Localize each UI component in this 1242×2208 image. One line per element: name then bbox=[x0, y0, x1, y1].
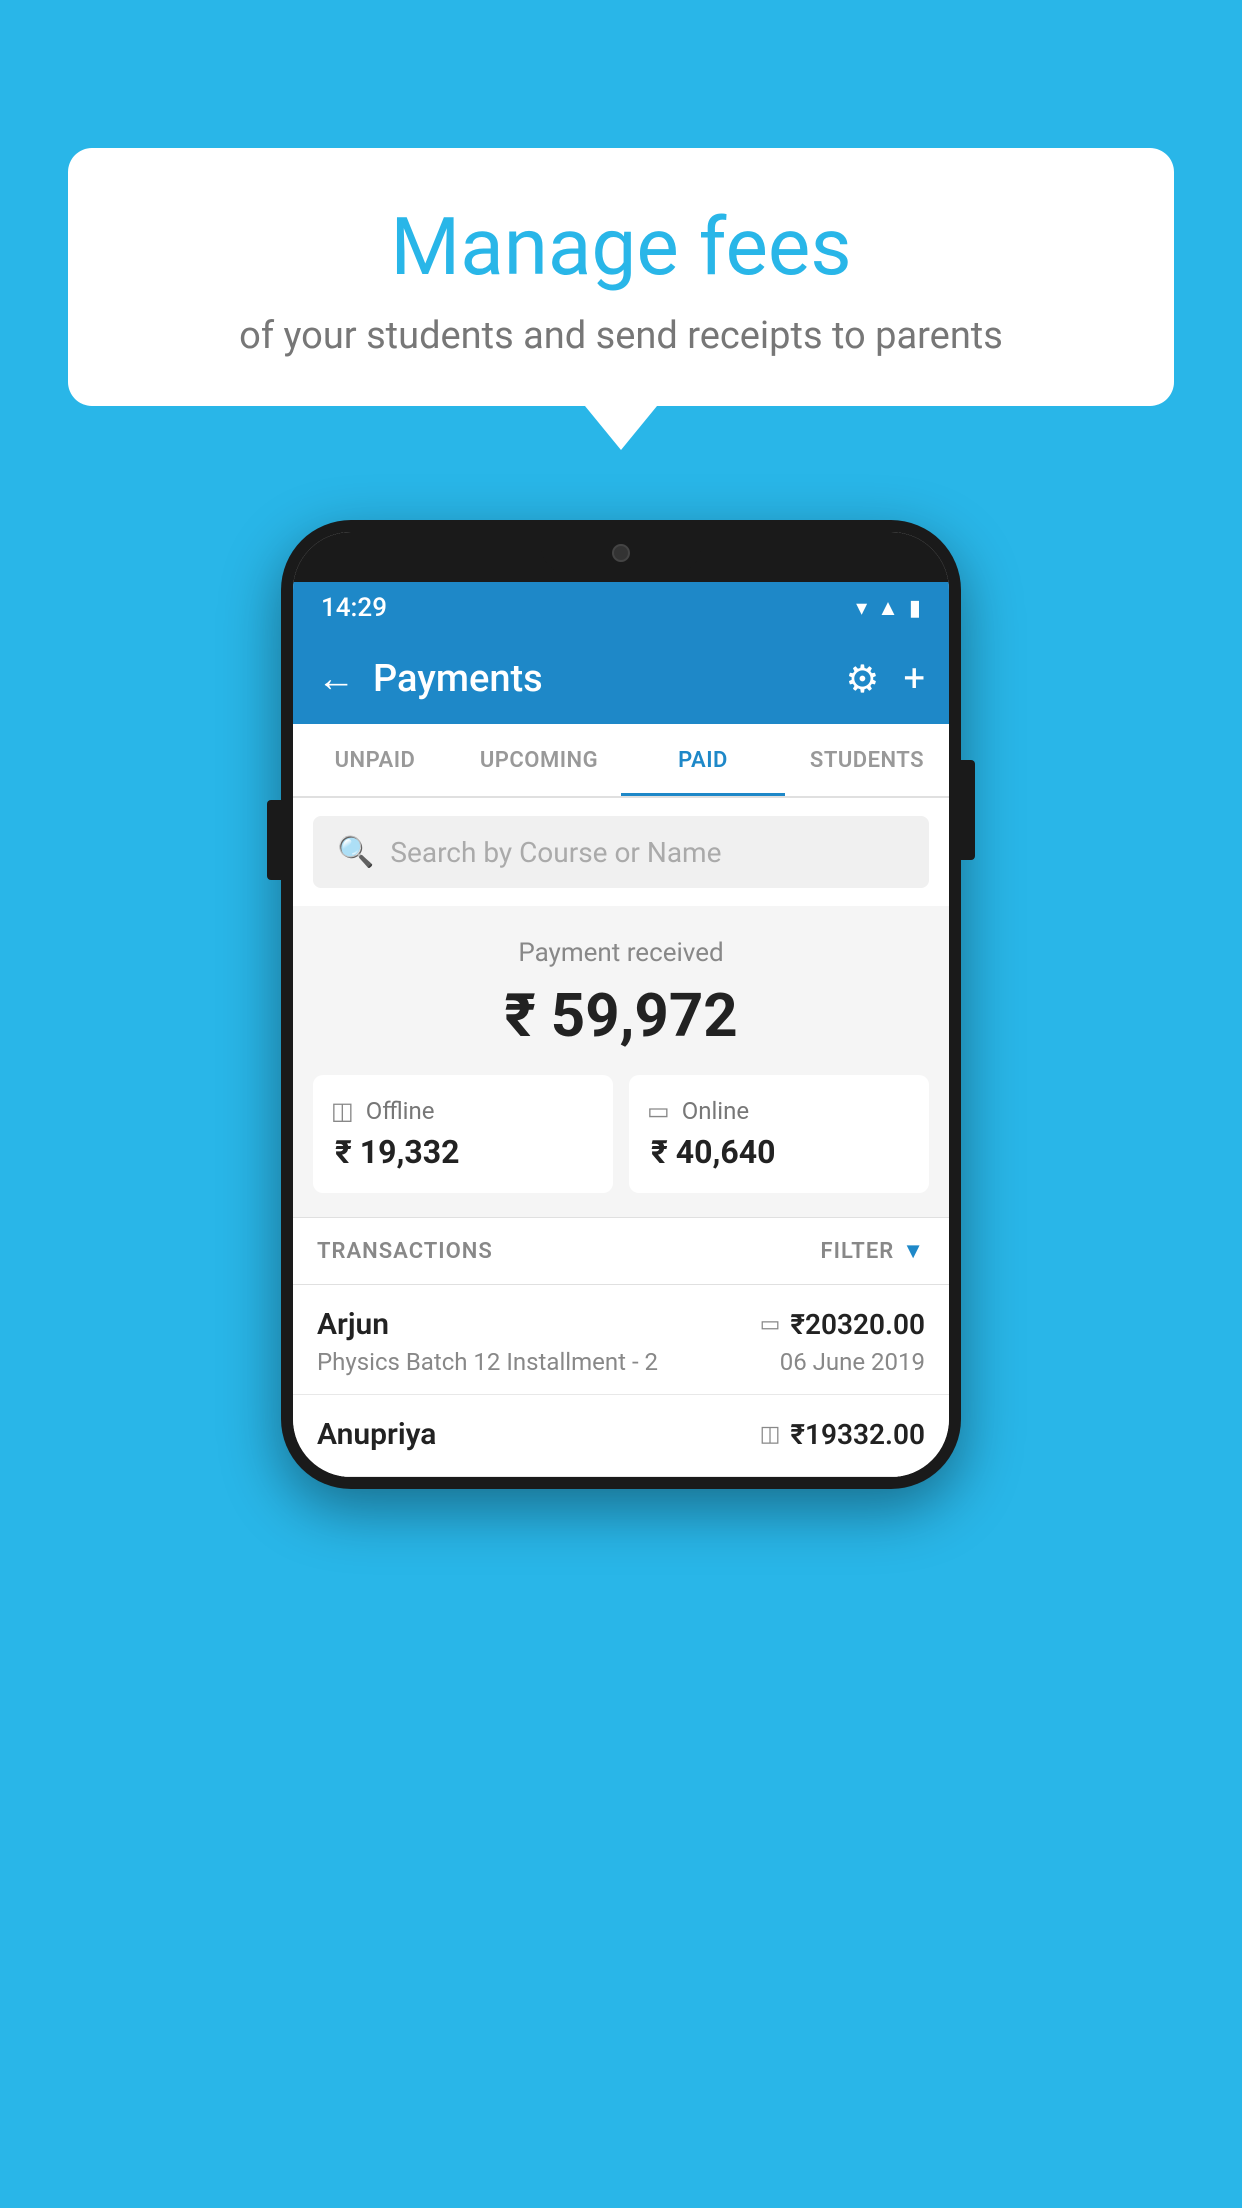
search-input[interactable]: Search by Course or Name bbox=[390, 836, 721, 869]
wifi-icon: ▾ bbox=[856, 596, 867, 621]
notch-cutout bbox=[541, 532, 701, 574]
transaction-top: Arjun ▭ ₹20320.00 bbox=[317, 1307, 925, 1342]
transactions-label: TRANSACTIONS bbox=[317, 1239, 493, 1264]
transaction-desc: Physics Batch 12 Installment - 2 bbox=[317, 1348, 658, 1376]
phone-mockup: 14:29 ▾ ▲ ▮ ← Payments ⚙ + bbox=[281, 520, 961, 1489]
offline-label: Offline bbox=[366, 1097, 435, 1125]
status-icons: ▾ ▲ ▮ bbox=[856, 595, 921, 621]
transaction-amount: ₹19332.00 bbox=[790, 1418, 925, 1451]
transaction-amount: ₹20320.00 bbox=[790, 1308, 925, 1341]
tab-students[interactable]: STUDENTS bbox=[785, 724, 949, 796]
offline-card-header: ◫ Offline bbox=[331, 1097, 595, 1125]
offline-payment-icon: ◫ bbox=[760, 1422, 781, 1447]
transaction-date: 06 June 2019 bbox=[780, 1348, 925, 1376]
app-bar-left: ← Payments bbox=[317, 657, 543, 701]
transaction-row[interactable]: Arjun ▭ ₹20320.00 Physics Batch 12 Insta… bbox=[293, 1285, 949, 1395]
transaction-top: Anupriya ◫ ₹19332.00 bbox=[317, 1417, 925, 1452]
status-time: 14:29 bbox=[321, 593, 387, 623]
tab-unpaid[interactable]: UNPAID bbox=[293, 724, 457, 796]
transaction-name: Anupriya bbox=[317, 1417, 436, 1452]
payment-summary: Payment received ₹ 59,972 ◫ Offline ₹ 19… bbox=[293, 906, 949, 1217]
phone-inner: 14:29 ▾ ▲ ▮ ← Payments ⚙ + bbox=[293, 532, 949, 1477]
tabs: UNPAID UPCOMING PAID STUDENTS bbox=[293, 724, 949, 798]
speech-bubble-container: Manage fees of your students and send re… bbox=[68, 148, 1174, 406]
online-payment-icon: ▭ bbox=[760, 1312, 781, 1337]
tab-paid[interactable]: PAID bbox=[621, 724, 785, 796]
back-button[interactable]: ← bbox=[317, 660, 355, 698]
offline-icon: ◫ bbox=[331, 1097, 354, 1125]
status-bar: 14:29 ▾ ▲ ▮ bbox=[293, 582, 949, 634]
app-bar: ← Payments ⚙ + bbox=[293, 634, 949, 724]
bubble-title: Manage fees bbox=[128, 200, 1114, 294]
phone-notch bbox=[293, 532, 949, 582]
app-bar-right: ⚙ + bbox=[845, 657, 925, 702]
offline-amount: ₹ 19,332 bbox=[331, 1133, 595, 1171]
online-amount: ₹ 40,640 bbox=[647, 1133, 911, 1171]
transaction-amount-wrap: ◫ ₹19332.00 bbox=[760, 1418, 925, 1451]
payment-received-label: Payment received bbox=[313, 938, 929, 968]
bubble-subtitle: of your students and send receipts to pa… bbox=[128, 314, 1114, 358]
camera bbox=[612, 544, 630, 562]
transactions-header: TRANSACTIONS FILTER ▼ bbox=[293, 1217, 949, 1285]
app-bar-title: Payments bbox=[373, 657, 543, 701]
filter-icon: ▼ bbox=[902, 1238, 925, 1264]
transaction-amount-wrap: ▭ ₹20320.00 bbox=[760, 1308, 925, 1341]
transaction-bottom: Physics Batch 12 Installment - 2 06 June… bbox=[317, 1348, 925, 1376]
transaction-row[interactable]: Anupriya ◫ ₹19332.00 bbox=[293, 1395, 949, 1477]
filter-label: FILTER bbox=[821, 1239, 895, 1264]
filter-button[interactable]: FILTER ▼ bbox=[821, 1238, 925, 1264]
tab-upcoming[interactable]: UPCOMING bbox=[457, 724, 621, 796]
payment-total-amount: ₹ 59,972 bbox=[313, 980, 929, 1051]
add-button[interactable]: + bbox=[903, 657, 925, 701]
offline-payment-card: ◫ Offline ₹ 19,332 bbox=[313, 1075, 613, 1193]
online-card-header: ▭ Online bbox=[647, 1097, 911, 1125]
signal-icon: ▲ bbox=[877, 595, 899, 621]
payment-cards: ◫ Offline ₹ 19,332 ▭ Online ₹ 40,640 bbox=[313, 1075, 929, 1193]
search-bar[interactable]: 🔍 Search by Course or Name bbox=[313, 816, 929, 888]
settings-button[interactable]: ⚙ bbox=[845, 657, 879, 702]
transaction-name: Arjun bbox=[317, 1307, 389, 1342]
online-payment-card: ▭ Online ₹ 40,640 bbox=[629, 1075, 929, 1193]
phone-outer: 14:29 ▾ ▲ ▮ ← Payments ⚙ + bbox=[281, 520, 961, 1489]
speech-bubble: Manage fees of your students and send re… bbox=[68, 148, 1174, 406]
online-label: Online bbox=[682, 1097, 749, 1125]
online-icon: ▭ bbox=[647, 1097, 670, 1125]
search-icon: 🔍 bbox=[337, 835, 374, 870]
search-container: 🔍 Search by Course or Name bbox=[293, 798, 949, 906]
battery-icon: ▮ bbox=[909, 596, 921, 621]
